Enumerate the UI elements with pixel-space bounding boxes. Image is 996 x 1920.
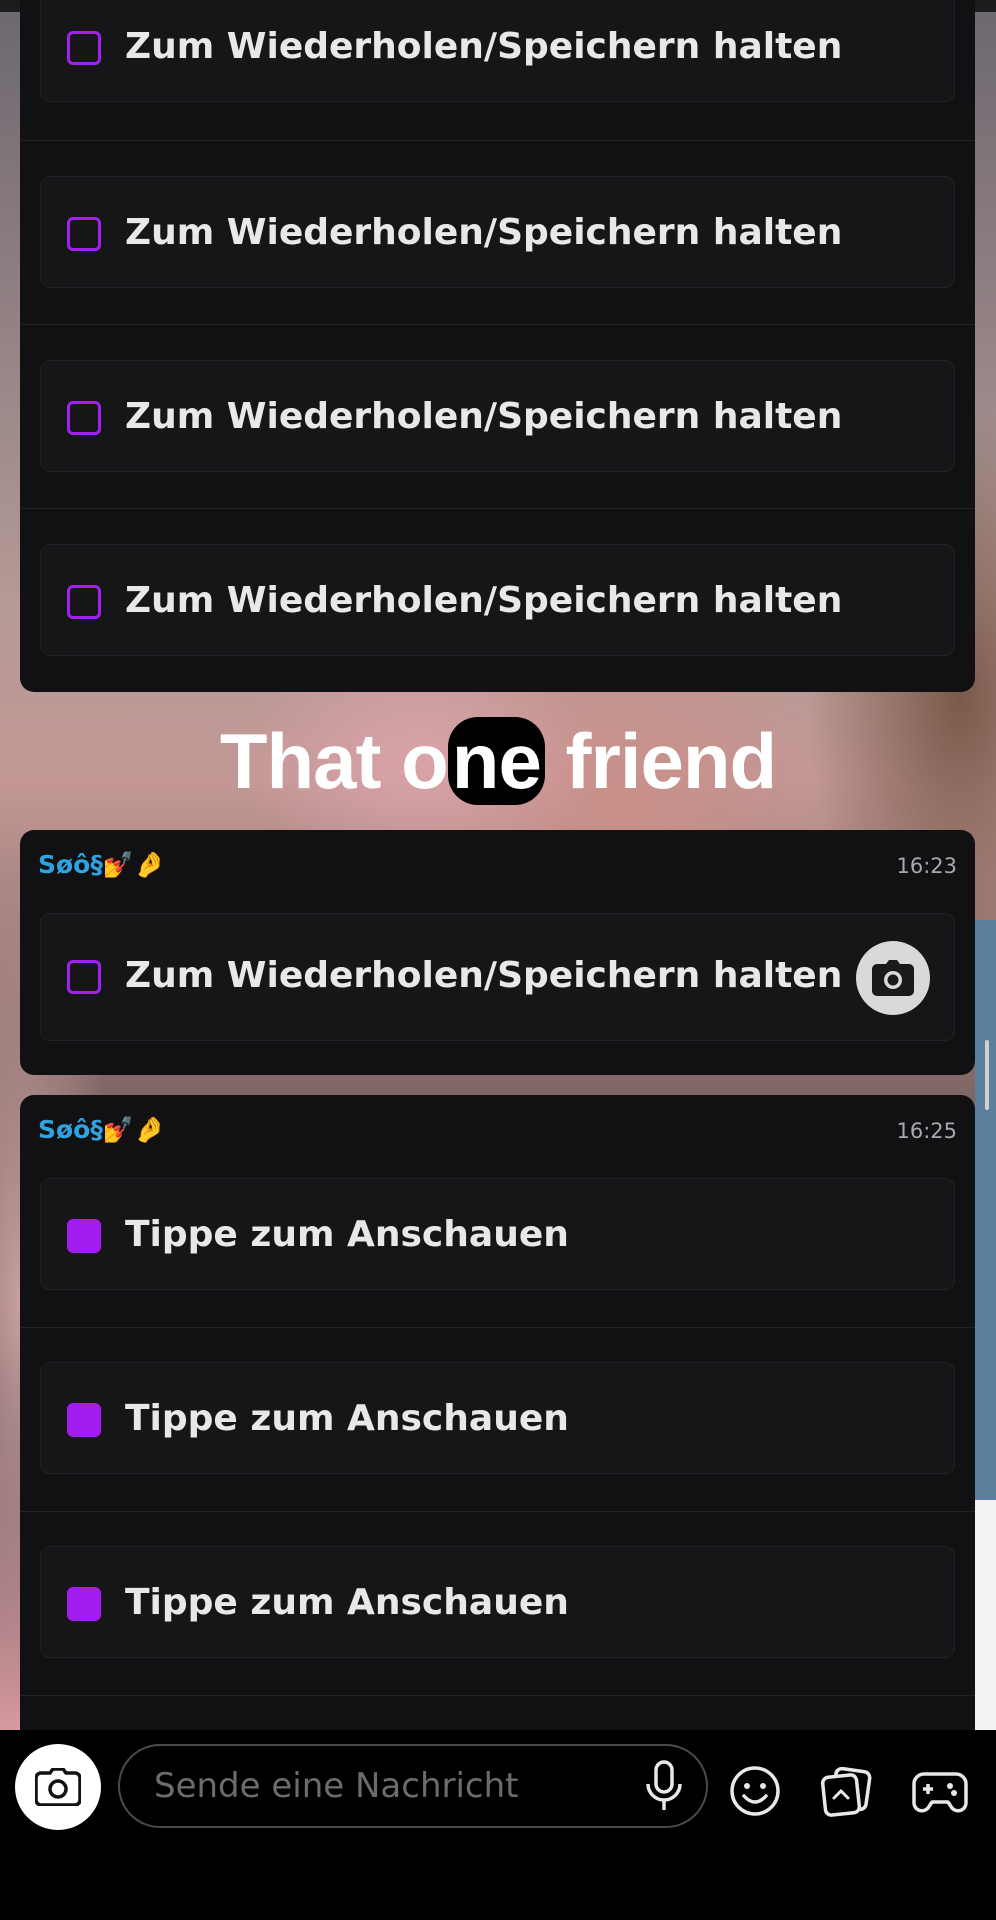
- message-timestamp: 16:23: [896, 854, 957, 878]
- snap-row-label: Zum Wiederholen/Speichern halten: [125, 26, 843, 67]
- memories-stickers-button[interactable]: [820, 1764, 874, 1822]
- sender-name[interactable]: Søô§💅🤌: [38, 1115, 165, 1145]
- unopened-snap-icon: [67, 31, 101, 65]
- divider: [20, 324, 975, 325]
- microphone-button[interactable]: [644, 1760, 684, 1818]
- background-white-strip: [975, 1500, 996, 1730]
- games-icon: [912, 1772, 968, 1813]
- unopened-snap-icon: [67, 585, 101, 619]
- snap-row-label: Zum Wiederholen/Speichern halten: [125, 580, 843, 621]
- emoji-icon: [730, 1766, 780, 1816]
- unopened-snap-icon: [67, 217, 101, 251]
- snap-row-label: Zum Wiederholen/Speichern halten: [125, 955, 843, 996]
- divider: [20, 140, 975, 141]
- sender-name[interactable]: Søô§💅🤌: [38, 850, 165, 880]
- reply-camera-button[interactable]: [856, 941, 930, 1015]
- snap-row[interactable]: Tippe zum Anschauen: [40, 1178, 955, 1290]
- snap-row-label: Tippe zum Anschauen: [125, 1214, 569, 1255]
- video-caption: That one friend: [0, 716, 996, 807]
- snap-row[interactable]: Tippe zum Anschauen: [40, 1362, 955, 1474]
- chat-card-saved-snaps-1: Zum Wiederholen/Speichern halten Zum Wie…: [20, 0, 975, 692]
- snap-row-label: Tippe zum Anschauen: [125, 1398, 569, 1439]
- new-snap-icon: [67, 1403, 101, 1437]
- caption-highlight: ne: [447, 717, 545, 805]
- divider: [20, 1695, 975, 1696]
- chat-card-message-group: Søô§💅🤌 16:23 Zum Wiederholen/Speichern h…: [20, 830, 975, 1075]
- snap-row[interactable]: Tippe zum Anschauen: [40, 1546, 955, 1658]
- divider: [20, 1511, 975, 1512]
- snap-row[interactable]: Zum Wiederholen/Speichern halten: [40, 544, 955, 656]
- snap-row[interactable]: Zum Wiederholen/Speichern halten: [40, 0, 955, 102]
- message-timestamp: 16:25: [896, 1119, 957, 1143]
- unopened-snap-icon: [67, 401, 101, 435]
- background-blue-strip: [975, 920, 996, 1500]
- games-button[interactable]: [912, 1764, 968, 1822]
- scrollbar[interactable]: [985, 1040, 989, 1110]
- stickers-icon: [820, 1766, 872, 1817]
- divider: [20, 508, 975, 509]
- snap-row[interactable]: Zum Wiederholen/Speichern halten: [40, 913, 955, 1041]
- chat-card-message-group: Søô§💅🤌 16:25 Tippe zum Anschauen Tippe z…: [20, 1095, 975, 1735]
- new-snap-icon: [67, 1587, 101, 1621]
- divider: [20, 1327, 975, 1328]
- camera-button[interactable]: [15, 1744, 101, 1830]
- camera-icon: [35, 1768, 81, 1806]
- chat-composer-bar: Sende eine Nachricht: [0, 1730, 996, 1920]
- message-input-placeholder: Sende eine Nachricht: [154, 1766, 519, 1806]
- caption-part-2: friend: [544, 717, 777, 805]
- snap-row[interactable]: Zum Wiederholen/Speichern halten: [40, 360, 955, 472]
- snap-row-label: Tippe zum Anschauen: [125, 1582, 569, 1623]
- emoji-button[interactable]: [728, 1764, 782, 1822]
- new-snap-icon: [67, 1219, 101, 1253]
- camera-icon: [872, 960, 914, 996]
- snap-row-label: Zum Wiederholen/Speichern halten: [125, 212, 843, 253]
- microphone-icon: [646, 1760, 682, 1810]
- snap-row[interactable]: Zum Wiederholen/Speichern halten: [40, 176, 955, 288]
- caption-part-1: That o: [219, 717, 449, 805]
- message-input[interactable]: Sende eine Nachricht: [118, 1744, 708, 1828]
- unopened-snap-icon: [67, 960, 101, 994]
- snap-row-label: Zum Wiederholen/Speichern halten: [125, 396, 843, 437]
